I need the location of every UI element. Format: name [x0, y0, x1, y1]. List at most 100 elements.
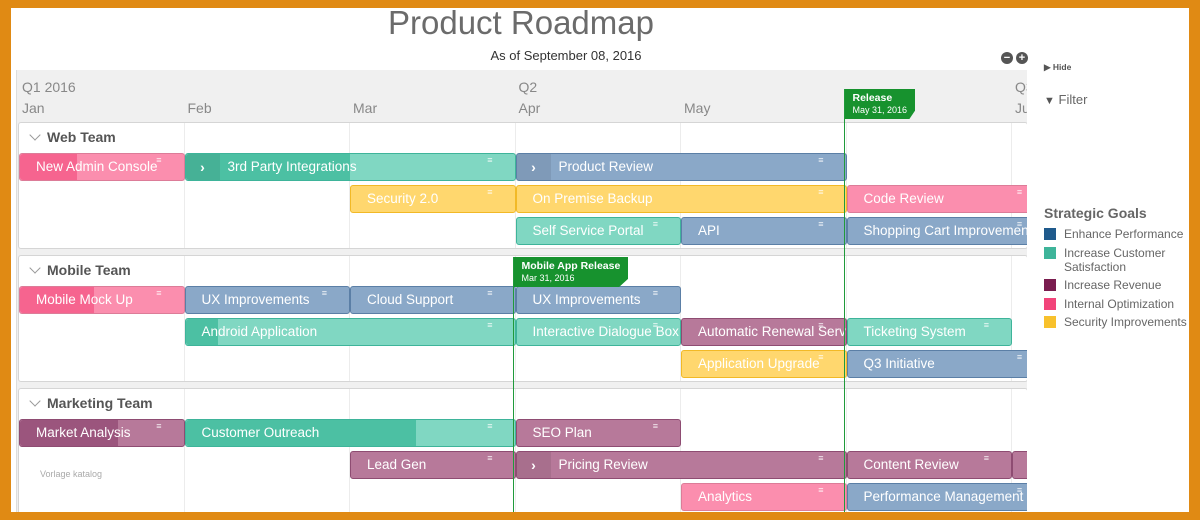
chevron-right-icon[interactable]: ›: [185, 154, 220, 180]
roadmap-bar[interactable]: › Pricing Review ≡: [515, 451, 847, 479]
legend-label: Security Improvements: [1064, 315, 1187, 329]
milestone-flag[interactable]: Mobile App Release Mar 31, 2016: [513, 257, 629, 287]
legend-label: Increase Revenue: [1064, 278, 1162, 292]
menu-lines-icon[interactable]: ≡: [156, 155, 161, 165]
chevron-down-icon[interactable]: [29, 129, 41, 141]
roadmap-bar[interactable]: UX Improvements ≡: [515, 286, 681, 314]
roadmap-bar[interactable]: Market Analysis ≡: [19, 419, 185, 447]
roadmap-bar[interactable]: New Admin Console ≡: [19, 153, 185, 181]
legend-item[interactable]: Increase Customer Satisfaction: [1044, 246, 1189, 274]
roadmap-bar[interactable]: Q3 Initiative ≡: [846, 350, 1027, 378]
roadmap-bar[interactable]: Security 2.0 ≡: [350, 185, 516, 213]
quarter-label: Q2: [518, 79, 538, 95]
menu-lines-icon[interactable]: ≡: [818, 352, 823, 362]
roadmap-bar[interactable]: Ticketing System ≡: [846, 318, 1012, 346]
menu-lines-icon[interactable]: ≡: [653, 320, 658, 330]
filter-button[interactable]: ▼ Filter: [1044, 92, 1087, 107]
legend-item[interactable]: Internal Optimization: [1044, 297, 1189, 311]
chevron-right-icon[interactable]: ›: [516, 452, 551, 478]
menu-lines-icon[interactable]: ≡: [487, 187, 492, 197]
menu-lines-icon[interactable]: ≡: [818, 453, 823, 463]
roadmap-bar[interactable]: › 3rd Party Integrations ≡: [184, 153, 516, 181]
bar-label: Q3 Initiative: [863, 356, 935, 371]
roadmap-bar[interactable]: Interactive Dialogue Box ≡: [515, 318, 681, 346]
section-title-label: Marketing Team: [47, 395, 153, 411]
roadmap-bar[interactable]: Self Service Portal ≡: [515, 217, 681, 245]
hide-toggle[interactable]: ▶ Hide: [1044, 62, 1071, 73]
menu-lines-icon[interactable]: ≡: [1017, 219, 1022, 229]
zoom-in-icon[interactable]: +: [1016, 52, 1028, 64]
roadmap-bar[interactable]: Performance Management ≡: [846, 483, 1027, 511]
month-gridline: [183, 123, 185, 248]
roadmap-bar[interactable]: SEO Plan ≡: [515, 419, 681, 447]
roadmap-bar[interactable]: Shopping Cart Improvements ≡: [846, 217, 1028, 245]
roadmap-bar[interactable]: Cloud Support ≡: [350, 286, 516, 314]
section-title-label: Web Team: [47, 129, 116, 145]
roadmap-bar[interactable]: Application Upgrade ≡: [681, 350, 847, 378]
legend-swatch: [1044, 247, 1056, 259]
filter-label: Filter: [1058, 92, 1088, 107]
roadmap-bar[interactable]: Customer Outreach ≡: [184, 419, 516, 447]
roadmap-bar[interactable]: [1012, 451, 1027, 479]
month-gridline: [349, 389, 350, 512]
roadmap-bar[interactable]: Content Review ≡: [846, 451, 1012, 479]
menu-lines-icon[interactable]: ≡: [487, 155, 492, 165]
roadmap-bar[interactable]: API ≡: [681, 217, 847, 245]
roadmap-bar[interactable]: › Product Review ≡: [515, 153, 847, 181]
bar-label: Security 2.0: [367, 191, 439, 206]
menu-lines-icon[interactable]: ≡: [653, 288, 658, 298]
menu-lines-icon[interactable]: ≡: [1017, 352, 1022, 362]
roadmap-bar[interactable]: On Premise Backup ≡: [515, 185, 847, 213]
menu-lines-icon[interactable]: ≡: [818, 219, 823, 229]
chevron-right-icon[interactable]: ›: [516, 154, 551, 180]
legend-item[interactable]: Security Improvements: [1044, 315, 1189, 329]
month-label: Jan: [22, 100, 45, 116]
roadmap-bar[interactable]: Automatic Renewal Service≡: [681, 318, 847, 346]
section-title[interactable]: Web Team: [27, 129, 116, 145]
menu-lines-icon[interactable]: ≡: [984, 453, 989, 463]
section-title[interactable]: Marketing Team: [27, 395, 153, 411]
roadmap-bar[interactable]: Android Application ≡: [184, 318, 516, 346]
milestone-flag[interactable]: Release May 31, 2016: [844, 89, 916, 119]
bar-label: 3rd Party Integrations: [227, 159, 357, 174]
legend-label: Increase Customer Satisfaction: [1064, 246, 1166, 274]
page-subtitle: As of September 08, 2016: [490, 48, 642, 63]
bar-label: Application Upgrade: [698, 356, 820, 371]
bar-label: Shopping Cart Improvements: [863, 223, 1028, 238]
roadmap-bar[interactable]: Lead Gen ≡: [350, 451, 516, 479]
menu-lines-icon[interactable]: ≡: [322, 288, 327, 298]
menu-lines-icon[interactable]: ≡: [653, 219, 658, 229]
swimlane-web-team: Web Team New Admin Console ≡ › 3rd Party Int…: [18, 122, 1027, 249]
legend-item[interactable]: Enhance Performance: [1044, 227, 1189, 241]
chevron-down-icon[interactable]: [29, 395, 41, 407]
section-title[interactable]: Mobile Team: [27, 262, 131, 278]
menu-lines-icon[interactable]: ≡: [487, 288, 492, 298]
menu-lines-icon[interactable]: ≡: [1017, 485, 1022, 495]
menu-lines-icon[interactable]: ≡: [818, 187, 823, 197]
bar-label: Ticketing System: [863, 324, 966, 339]
legend-swatch: [1044, 298, 1056, 310]
menu-lines-icon[interactable]: ≡: [818, 320, 823, 330]
zoom-out-icon[interactable]: −: [1001, 52, 1013, 64]
quarter-label: Q3: [1015, 79, 1027, 95]
menu-lines-icon[interactable]: ≡: [156, 421, 161, 431]
roadmap-bar[interactable]: Mobile Mock Up ≡: [19, 286, 185, 314]
roadmap-bar[interactable]: Analytics ≡: [681, 483, 847, 511]
menu-lines-icon[interactable]: ≡: [487, 453, 492, 463]
menu-lines-icon[interactable]: ≡: [818, 485, 823, 495]
menu-lines-icon[interactable]: ≡: [1017, 187, 1022, 197]
menu-lines-icon[interactable]: ≡: [156, 288, 161, 298]
menu-lines-icon[interactable]: ≡: [653, 421, 658, 431]
legend-swatch: [1044, 316, 1056, 328]
legend-item[interactable]: Increase Revenue: [1044, 278, 1189, 292]
bar-label: New Admin Console: [36, 159, 158, 174]
quarter-label: Q1 2016: [22, 79, 76, 95]
roadmap-bar[interactable]: UX Improvements ≡: [184, 286, 350, 314]
roadmap-bar[interactable]: Code Review ≡: [846, 185, 1027, 213]
chevron-down-icon[interactable]: [29, 262, 41, 274]
menu-lines-icon[interactable]: ≡: [487, 421, 492, 431]
bar-label: Lead Gen: [367, 457, 427, 472]
menu-lines-icon[interactable]: ≡: [487, 320, 492, 330]
menu-lines-icon[interactable]: ≡: [818, 155, 823, 165]
menu-lines-icon[interactable]: ≡: [984, 320, 989, 330]
